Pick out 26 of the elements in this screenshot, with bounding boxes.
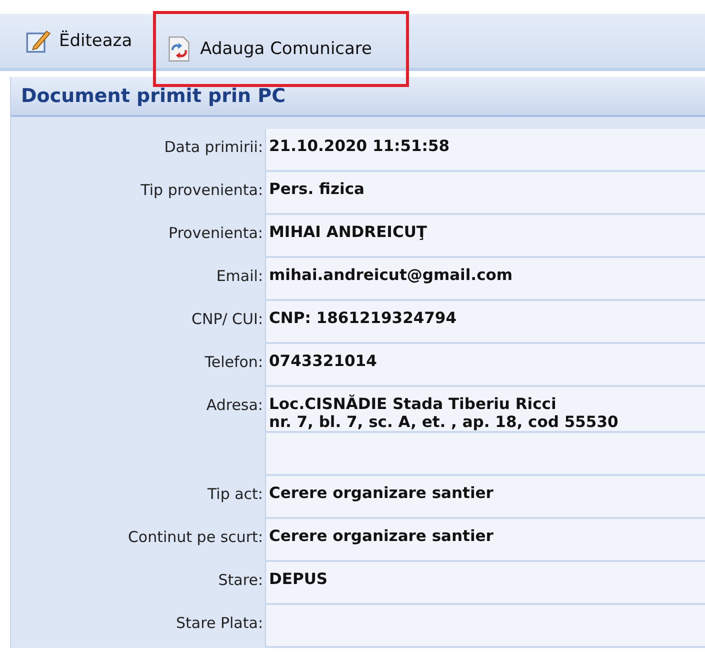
- panel-title: Document primit prin PC: [11, 77, 705, 117]
- field-label: Adresa:: [206, 396, 263, 414]
- field-label: Provenienta:: [168, 224, 263, 242]
- field-value: Pers. fizica: [265, 172, 705, 215]
- field-label: Stare:: [218, 571, 263, 589]
- field-value: 21.10.2020 11:51:58: [265, 129, 705, 172]
- field-value: CNP: 1861219324794: [265, 301, 705, 344]
- field-value: 0743321014: [265, 344, 705, 387]
- field-value: DEPUS: [265, 562, 705, 605]
- field-value: Loc.CISNĂDIE Stada Tiberiu Ricci nr. 7, bl. 7, sc. A, et. , ap. 18, cod 55530: [265, 387, 705, 433]
- field-label: Tip provenienta:: [140, 181, 263, 199]
- field-label: CNP/ CUI:: [192, 310, 263, 328]
- field-label: Tip act:: [207, 485, 263, 503]
- toolbar-button[interactable]: Ëditeaza: [12, 11, 146, 71]
- field-label: Continut pe scurt:: [128, 528, 263, 546]
- field-label: Stare Plata:: [176, 614, 263, 632]
- field-value: Cerere organizare santier: [265, 519, 705, 562]
- field-value: Cerere organizare santier: [265, 476, 705, 519]
- field-label: Data primirii:: [164, 138, 263, 156]
- field-label: Email:: [216, 267, 263, 285]
- field-label: Telefon:: [204, 353, 263, 371]
- toolbar-button[interactable]: Adauga Comunicare: [153, 11, 410, 87]
- document-icon: [166, 36, 192, 62]
- field-value: mihai.andreicut@gmail.com: [265, 258, 705, 301]
- pencil-icon: [25, 28, 51, 54]
- field-value: MIHAI ANDREICUŢ: [265, 215, 705, 258]
